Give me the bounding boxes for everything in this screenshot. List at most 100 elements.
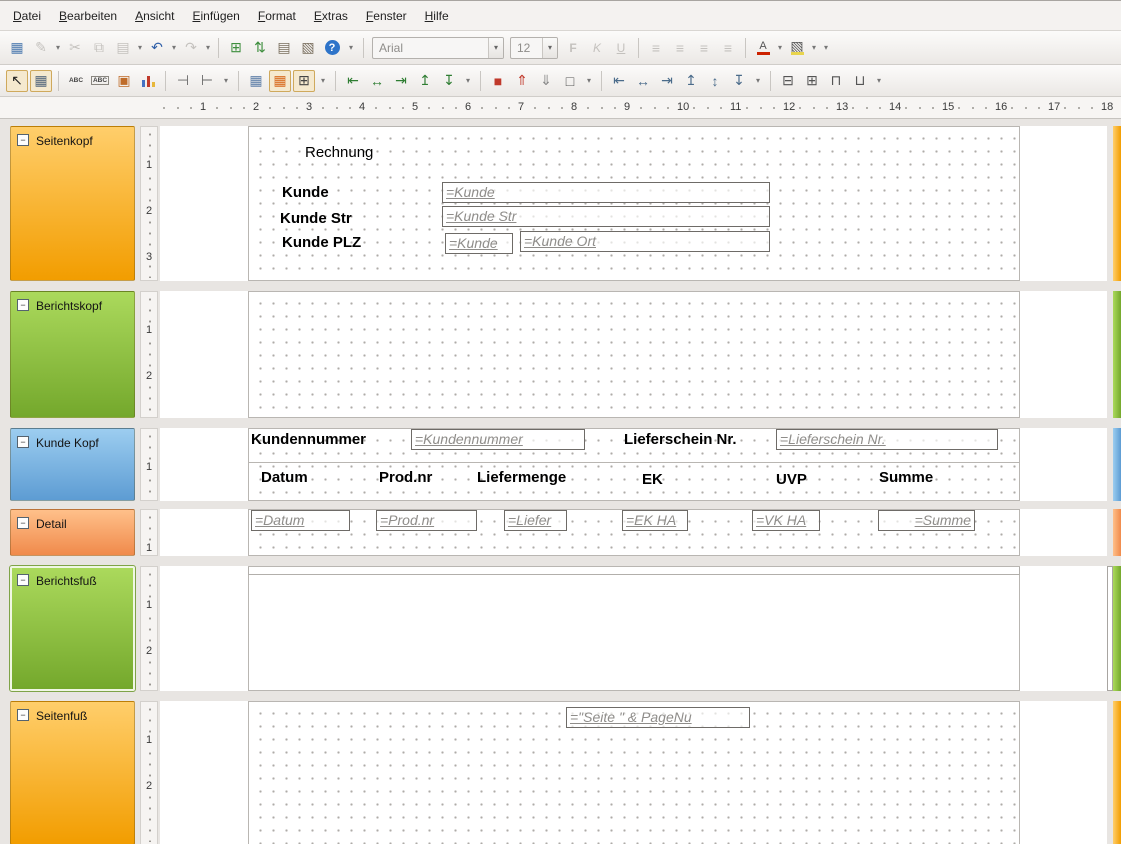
menu-ansicht[interactable]: Ansicht (126, 4, 183, 28)
collapse-icon[interactable]: − (17, 436, 29, 448)
column-header-summe[interactable]: Summe (879, 469, 933, 486)
lieferschein-label[interactable]: Lieferschein Nr. (624, 431, 737, 448)
font-name-dropdown-icon[interactable]: ▾ (488, 38, 503, 58)
send-to-back-icon[interactable]: □ (559, 70, 581, 92)
shrink-section-bottom-icon[interactable]: ⊢ (196, 70, 218, 92)
help-icon[interactable]: ? (321, 37, 343, 59)
kunde-ort-field[interactable]: =Kunde Ort (520, 231, 770, 252)
space-equally-vertical-icon[interactable]: ↥ (680, 70, 702, 92)
align-center-icon[interactable]: ≡ (669, 37, 691, 59)
page-area-seitenfuss[interactable]: ="Seite " & PageNu (248, 701, 1020, 844)
collapse-icon[interactable]: − (17, 517, 29, 529)
toolbar-more-icon[interactable]: ▾ (821, 43, 831, 52)
grid-icon[interactable]: ▦ (245, 70, 267, 92)
menu-fenster[interactable]: Fenster (357, 4, 416, 28)
menu-bearbeiten[interactable]: Bearbeiten (50, 4, 126, 28)
font-color-icon[interactable]: A (752, 37, 774, 59)
column-header-prodnr[interactable]: Prod.nr (379, 469, 432, 486)
greatest-width-icon[interactable]: ⊞ (801, 70, 823, 92)
page-area-seitenkopf[interactable]: Rechnung Kunde Kunde Str Kunde PLZ =Kund… (248, 126, 1020, 281)
page-area-detail[interactable]: =Datum =Prod.nr =Liefer =EK HA =VK HA =S… (248, 509, 1020, 556)
toolbar-more-icon[interactable]: ▾ (318, 76, 328, 85)
column-header-liefermenge[interactable]: Liefermenge (477, 469, 566, 486)
guides-icon[interactable]: ▦ (269, 70, 291, 92)
bold-icon[interactable]: F (562, 37, 584, 59)
space-right-icon[interactable]: ⇥ (656, 70, 678, 92)
kundennummer-field[interactable]: =Kundennummer (411, 429, 585, 450)
center-objects-vertical-icon[interactable]: ↕ (704, 70, 726, 92)
font-name-combo[interactable]: Arial ▾ (372, 37, 504, 59)
redo-icon[interactable]: ↷ (180, 37, 202, 59)
move-up-one-icon[interactable]: ⇑ (511, 70, 533, 92)
section-header-berichtskopf[interactable]: − Berichtskopf (10, 291, 135, 418)
smallest-height-icon[interactable]: ⊓ (825, 70, 847, 92)
italic-icon[interactable]: K (586, 37, 608, 59)
copy-icon[interactable]: ⧉ (88, 37, 110, 59)
space-bottom-icon[interactable]: ↧ (728, 70, 750, 92)
align-bottom-edge-icon[interactable]: ↧ (438, 70, 460, 92)
font-size-dropdown-icon[interactable]: ▾ (542, 38, 557, 58)
menu-extras[interactable]: Extras (305, 4, 357, 28)
smallest-width-icon[interactable]: ⊟ (777, 70, 799, 92)
add-field-icon[interactable]: ▤ (273, 37, 295, 59)
column-header-ek[interactable]: EK (642, 471, 663, 488)
kunde-str-label[interactable]: Kunde Str (280, 210, 352, 227)
toolbar-more-icon[interactable]: ▾ (463, 76, 473, 85)
bring-to-front-icon[interactable]: ■ (487, 70, 509, 92)
align-left-edge-icon[interactable]: ⇤ (342, 70, 364, 92)
prodnr-field[interactable]: =Prod.nr (376, 510, 477, 531)
toolbar-more-icon[interactable]: ▾ (584, 76, 594, 85)
toolbar-more-icon[interactable]: ▾ (874, 76, 884, 85)
font-color-dropdown-icon[interactable]: ▾ (775, 43, 785, 52)
menu-format[interactable]: Format (249, 4, 305, 28)
redo-dropdown-icon[interactable]: ▾ (203, 43, 213, 52)
center-objects-horizontal-icon[interactable]: ↔ (632, 70, 654, 92)
toolbar-more-icon[interactable]: ▾ (346, 43, 356, 52)
toolbar-more-icon[interactable]: ▾ (221, 76, 231, 85)
menu-datei[interactable]: Datei (4, 4, 50, 28)
undo-icon[interactable]: ↶ (146, 37, 168, 59)
align-justify-icon[interactable]: ≡ (717, 37, 739, 59)
kundennummer-label[interactable]: Kundennummer (251, 431, 366, 448)
underline-icon[interactable]: U (610, 37, 632, 59)
move-down-one-icon[interactable]: ⇓ (535, 70, 557, 92)
toolbar-more-icon[interactable]: ▾ (753, 76, 763, 85)
highlighting-icon[interactable]: ▧ (786, 37, 808, 59)
column-header-uvp[interactable]: UVP (776, 471, 807, 488)
column-header-datum[interactable]: Datum (261, 469, 308, 486)
kunde-str-field[interactable]: =Kunde Str (442, 206, 770, 227)
liefermenge-field[interactable]: =Liefer (504, 510, 567, 531)
center-horizontal-icon[interactable]: ↔ (366, 70, 388, 92)
save-icon[interactable]: ▦ (6, 37, 28, 59)
vk-field[interactable]: =VK HA (752, 510, 820, 531)
paste-icon[interactable]: ▤ (112, 37, 134, 59)
page-area-berichtskopf[interactable] (248, 291, 1020, 418)
collapse-icon[interactable]: − (17, 574, 29, 586)
space-equally-horizontal-icon[interactable]: ⇤ (608, 70, 630, 92)
page-area-kunde-kopf[interactable]: Kundennummer =Kundennummer Lieferschein … (248, 428, 1020, 501)
section-header-detail[interactable]: − Detail (10, 509, 135, 556)
report-controls-icon[interactable]: ▦ (30, 70, 52, 92)
align-right-edge-icon[interactable]: ⇥ (390, 70, 412, 92)
page-area-berichtsfuss[interactable] (248, 566, 1020, 691)
datasource-table-icon[interactable]: ⊞ (225, 37, 247, 59)
report-title-label[interactable]: Rechnung (305, 144, 373, 161)
kunde-label[interactable]: Kunde (282, 184, 329, 201)
align-left-icon[interactable]: ≡ (645, 37, 667, 59)
select-pointer-icon[interactable]: ↖ (6, 70, 28, 92)
formatted-field-icon[interactable]: ABC (89, 70, 111, 92)
highlighting-dropdown-icon[interactable]: ▾ (809, 43, 819, 52)
chart-icon[interactable] (137, 70, 159, 92)
kunde-plz-label[interactable]: Kunde PLZ (282, 234, 361, 251)
undo-dropdown-icon[interactable]: ▾ (169, 43, 179, 52)
menu-hilfe[interactable]: Hilfe (416, 4, 458, 28)
kunde-field[interactable]: =Kunde (442, 182, 770, 203)
image-control-icon[interactable]: ▣ (113, 70, 135, 92)
menu-einfgen[interactable]: Einfügen (183, 4, 248, 28)
snap-to-grid-icon[interactable]: ⊞ (293, 70, 315, 92)
collapse-icon[interactable]: − (17, 299, 29, 311)
kunde-plz-field[interactable]: =Kunde (445, 233, 513, 254)
paste-dropdown-icon[interactable]: ▾ (135, 43, 145, 52)
section-header-kunde-kopf[interactable]: − Kunde Kopf (10, 428, 135, 501)
edit-icon[interactable]: ✎ (30, 37, 52, 59)
